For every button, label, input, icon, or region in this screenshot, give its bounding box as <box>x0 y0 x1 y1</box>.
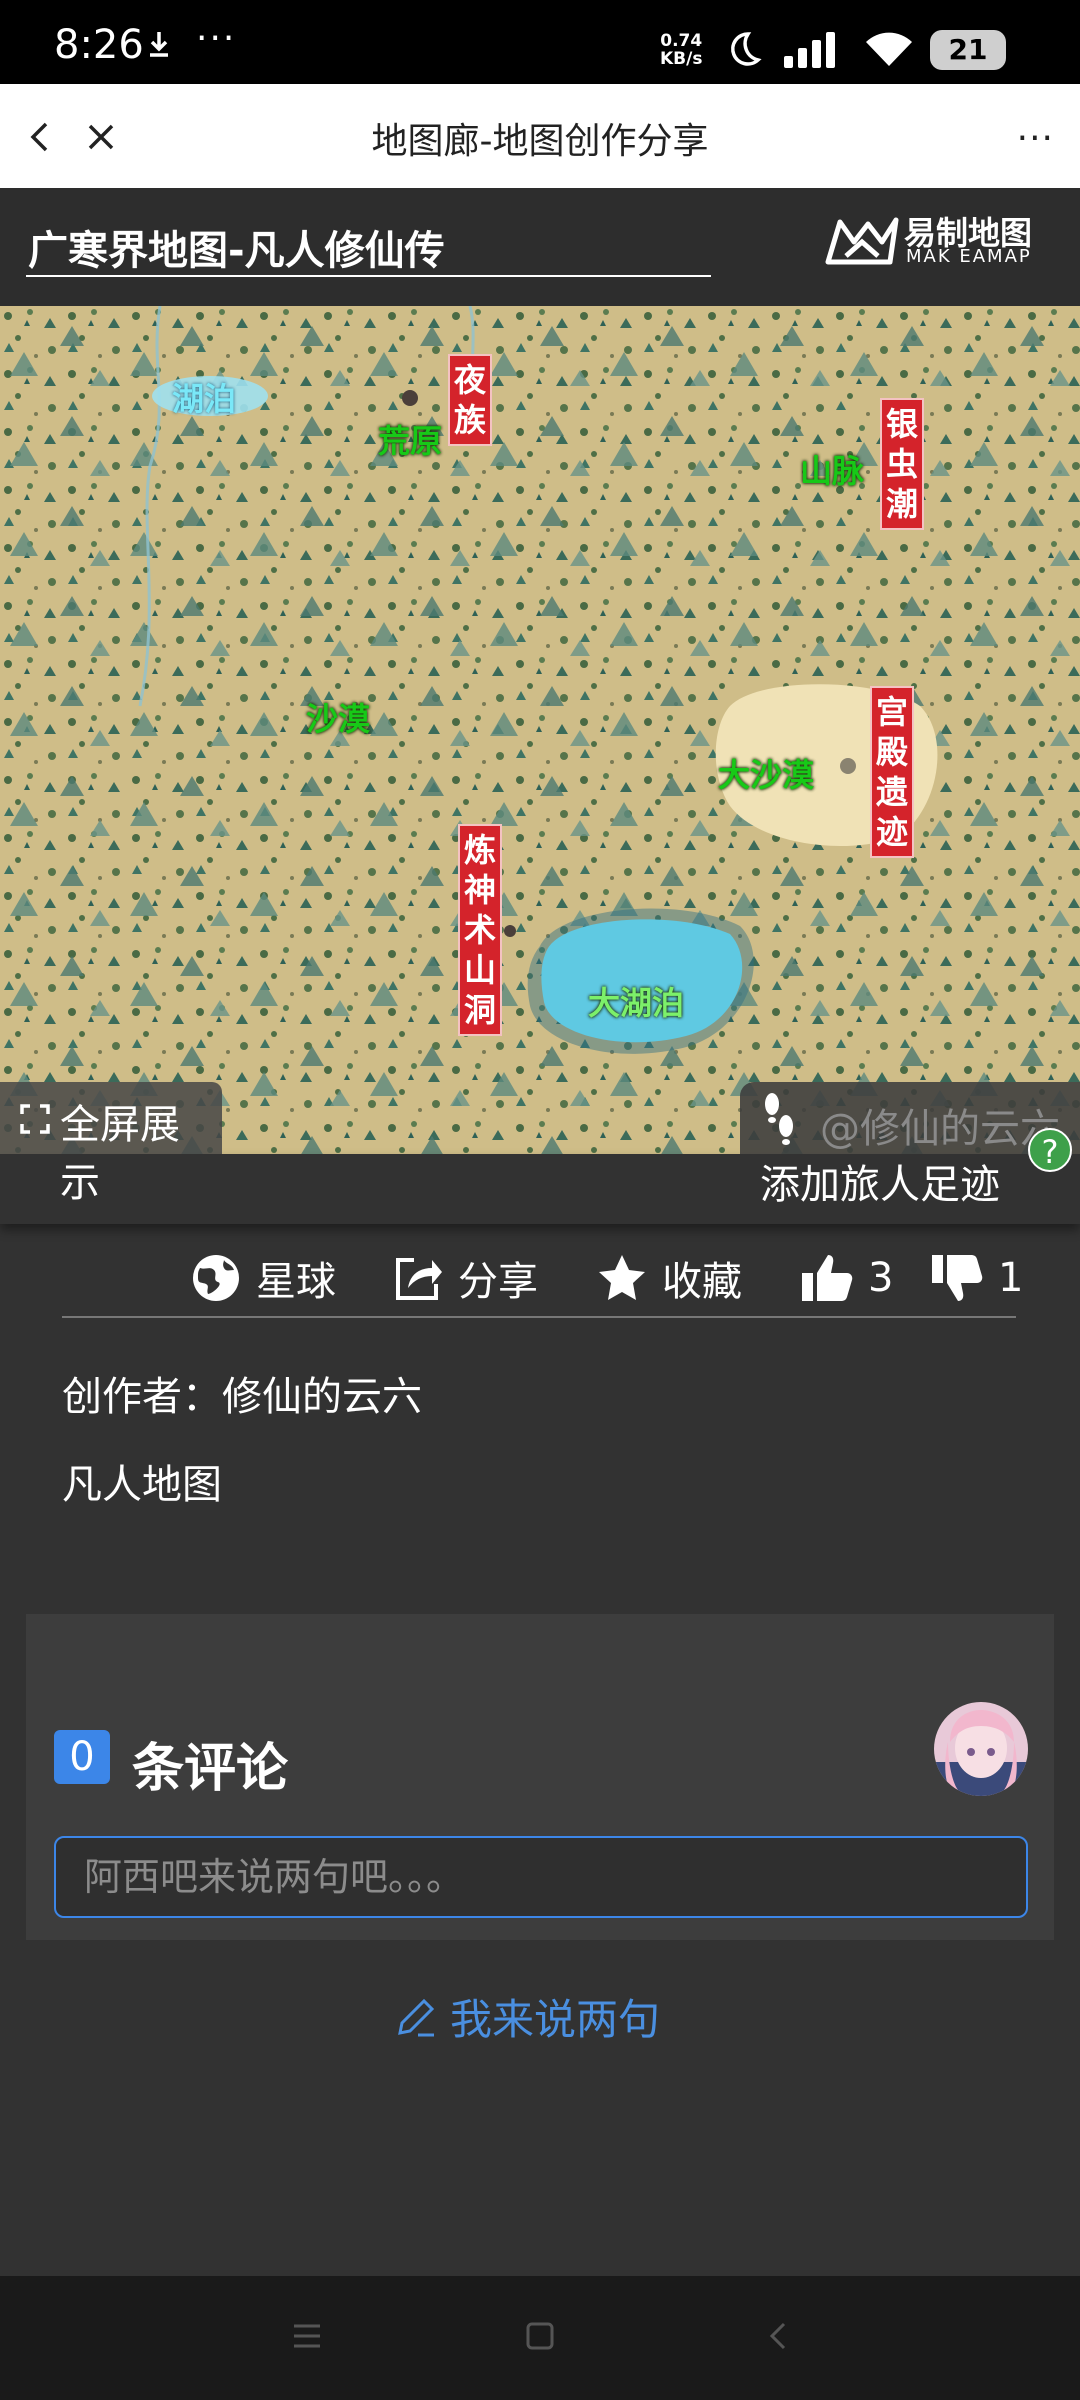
fullscreen-label: 全屏展 <box>60 1102 180 1148</box>
map-label-silver-tide: 银虫潮 <box>880 398 924 530</box>
makeamap-logo-icon <box>825 217 899 265</box>
status-time: 8:26 <box>54 22 144 68</box>
planet-button[interactable]: 星球 <box>190 1250 336 1306</box>
avatar[interactable] <box>934 1702 1028 1796</box>
map-label-wasteland: 荒原 <box>378 422 443 460</box>
share-button[interactable]: 分享 <box>392 1250 538 1306</box>
comments-title: 条评论 <box>132 1739 289 1799</box>
map-header: 广寒界地图-凡人修仙传 易制地图 MAK EAMAP <box>0 188 1080 306</box>
map-label-night-clan: 夜族 <box>448 354 492 446</box>
author-line: 创作者：修仙的云六 <box>62 1374 422 1420</box>
net-speed: 0.74 KB/s <box>660 31 703 69</box>
fullscreen-label-line2[interactable]: 示 <box>60 1150 100 1208</box>
more-menu-icon[interactable]: ··· <box>1017 118 1054 159</box>
fullscreen-icon <box>20 1104 50 1134</box>
planet-label: 星球 <box>256 1259 336 1305</box>
map-label-palace-ruins: 宫殿遗迹 <box>870 686 914 858</box>
map-title: 广寒界地图-凡人修仙传 <box>28 228 445 274</box>
map-label-desert: 沙漠 <box>306 700 371 738</box>
back-nav-icon[interactable] <box>764 2318 794 2354</box>
dislike-button[interactable]: 1 <box>930 1250 1023 1306</box>
map-label-mountain: 山脉 <box>800 452 865 490</box>
status-bar: 8:26 ··· 0.74 KB/s 21 <box>0 0 1080 84</box>
comment-input[interactable] <box>54 1836 1028 1918</box>
map-label-lake: 湖泊 <box>172 380 237 418</box>
map-label-great-desert: 大沙漠 <box>718 756 815 794</box>
system-nav-bar <box>0 2276 1080 2400</box>
nav-bar: 地图廊-地图创作分享 ··· <box>0 84 1080 188</box>
write-comment-label: 我来说两句 <box>450 1995 661 2044</box>
globe-icon <box>193 1255 239 1301</box>
action-divider <box>62 1316 1016 1318</box>
star-icon <box>599 1255 645 1300</box>
map-description: 凡人地图 <box>62 1462 222 1508</box>
fullscreen-button[interactable]: 全屏展 <box>0 1082 222 1154</box>
map-title-underline <box>26 275 711 277</box>
map-canvas[interactable]: 湖泊 荒原 夜族 山脉 银虫潮 沙漠 大沙漠 宫殿遗迹 炼神术山洞 大湖泊 <box>0 306 1080 1154</box>
download-icon <box>150 32 168 57</box>
pencil-icon <box>398 1998 435 2036</box>
write-comment-button[interactable]: 我来说两句 <box>394 1986 660 2047</box>
thumbs-down-icon <box>932 1255 983 1301</box>
more-notifications-icon: ··· <box>196 18 237 59</box>
comment-count-badge: 0 <box>54 1730 110 1784</box>
map-label-great-lake: 大湖泊 <box>588 984 685 1022</box>
share-label: 分享 <box>458 1259 538 1305</box>
wifi-icon <box>866 32 912 66</box>
home-nav-icon[interactable] <box>524 2318 556 2354</box>
battery-indicator: 21 <box>930 30 1006 70</box>
menu-nav-icon[interactable] <box>290 2318 324 2354</box>
dislike-count: 1 <box>998 1255 1024 1301</box>
author-watermark: @修仙的云六 <box>820 1106 1060 1152</box>
favorite-button[interactable]: 收藏 <box>596 1250 742 1306</box>
like-button[interactable]: 3 <box>800 1250 893 1306</box>
map-label-refining-cave: 炼神术山洞 <box>458 824 502 1036</box>
share-icon <box>396 1258 442 1300</box>
logo-text-en: MAK EAMAP <box>906 246 1032 267</box>
like-count: 3 <box>868 1255 894 1301</box>
add-footprint-label[interactable]: 添加旅人足迹 <box>760 1152 1000 1210</box>
do-not-disturb-icon <box>731 32 762 66</box>
help-icon[interactable]: ? <box>1028 1128 1072 1172</box>
favorite-label: 收藏 <box>662 1259 742 1305</box>
thumbs-up-icon <box>802 1255 853 1301</box>
signal-icon <box>784 32 835 68</box>
footprint-icon <box>765 1093 793 1145</box>
action-bar: 星球 分享 收藏 3 1 <box>0 1224 1080 1324</box>
comments-panel: 0 条评论 <box>26 1614 1054 1940</box>
avatar-image <box>934 1702 1028 1796</box>
page-title: 地图廊-地图创作分享 <box>371 121 709 162</box>
